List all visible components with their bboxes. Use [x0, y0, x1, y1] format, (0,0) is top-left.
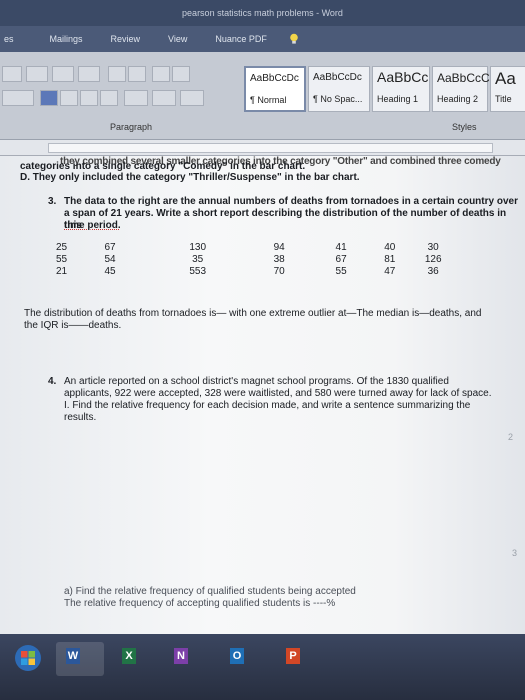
lightbulb-icon[interactable]	[289, 33, 299, 45]
style-normal[interactable]: AaBbCcDc ¶ Normal	[244, 66, 306, 112]
question-4-part-a: a) Find the relative frequency of qualif…	[64, 586, 356, 597]
style-heading-1-name: Heading 1	[377, 94, 419, 104]
table-cell: 70	[273, 266, 285, 277]
style-heading-1-sample: AaBbCc	[377, 69, 429, 85]
table-cell: 47	[384, 266, 396, 277]
outlook-app-icon: O	[230, 648, 244, 664]
tab-mailings[interactable]: Mailings	[36, 34, 97, 44]
question-3-answer-line-1[interactable]: The distribution of deaths from tornadoe…	[24, 308, 481, 320]
paragraph-group-label: Paragraph	[110, 122, 153, 132]
answer-option-d: D. They only included the category "Thri…	[20, 172, 360, 183]
align-right-button[interactable]	[80, 90, 98, 106]
styles-group-label: Styles	[452, 122, 477, 132]
ribbon-tabs: es Mailings Review View Nuance PDF	[0, 26, 525, 52]
taskbar: W X N O P	[0, 634, 525, 700]
table-cell: 94	[273, 242, 285, 253]
style-heading-2[interactable]: AaBbCcC Heading 2	[432, 66, 490, 112]
style-heading-1[interactable]: AaBbCc Heading 1	[372, 66, 430, 112]
table-cell: 36	[427, 266, 439, 277]
borders-button[interactable]	[180, 90, 204, 106]
table-cell: 41	[335, 242, 347, 253]
tab-view[interactable]: View	[154, 34, 201, 44]
text-color-button[interactable]	[2, 90, 34, 106]
window-title-bar: pearson statistics math problems - Word	[0, 0, 525, 26]
taskbar-onenote-button[interactable]: N	[164, 642, 208, 676]
style-title-sample: Aa	[495, 69, 516, 88]
align-center-button[interactable]	[60, 90, 78, 106]
table-cell: 38	[273, 254, 285, 265]
table-cell: 21	[56, 266, 68, 277]
page-number: 3	[512, 548, 518, 558]
question-3-text-2: a span of 21 years. Write a short report…	[64, 208, 507, 231]
question-3-answer-line-2[interactable]: the IQR is——deaths.	[24, 320, 121, 332]
table-cell: 67	[104, 242, 116, 253]
question-4-text-4: results.	[64, 412, 97, 423]
tornado-data-table: 25 67 130 94 41 40 30 55 54 35 38 67 81 …	[56, 242, 450, 278]
decrease-indent-button[interactable]	[108, 66, 126, 82]
table-row: 55 54 35 38 67 81 126	[56, 254, 450, 266]
sort-button[interactable]	[152, 66, 170, 82]
bullets-button[interactable]	[26, 66, 48, 82]
table-cell: 30	[427, 242, 439, 253]
question-4-part-a-answer[interactable]: The relative frequency of accepting qual…	[64, 598, 335, 610]
style-no-spacing-sample: AaBbCcDc	[313, 72, 362, 83]
taskbar-powerpoint-button[interactable]: P	[276, 642, 320, 676]
table-cell: 35	[192, 254, 204, 265]
table-cell: 67	[335, 254, 347, 265]
table-cell: 55	[56, 254, 68, 265]
question-3-text-1: The data to the right are the annual num…	[64, 196, 518, 207]
style-heading-2-sample: AaBbCcC	[437, 71, 490, 85]
line-spacing-button[interactable]	[124, 90, 148, 106]
tab-nuance-pdf[interactable]: Nuance PDF	[201, 34, 281, 44]
multilevel-list-button[interactable]	[78, 66, 100, 82]
question-4-number: 4.	[48, 376, 57, 387]
style-title[interactable]: Aa Title	[490, 66, 525, 112]
ruler-track	[48, 143, 493, 153]
table-cell: 126	[424, 254, 442, 265]
table-cell: 130	[189, 242, 207, 253]
align-left-button[interactable]	[40, 90, 58, 106]
table-cell: 55	[335, 266, 347, 277]
excel-app-icon: X	[122, 648, 136, 664]
style-title-name: Title	[495, 94, 512, 104]
question-4-text-3: I. Find the relative frequency for each …	[64, 400, 471, 411]
shading-button[interactable]	[152, 90, 176, 106]
powerpoint-app-icon: P	[286, 648, 300, 664]
style-no-spacing-name: ¶ No Spac...	[313, 94, 363, 104]
ribbon: AaBbCcDc ¶ Normal AaBbCcDc ¶ No Spac... …	[0, 52, 525, 140]
question-3-text-3: time period.	[64, 220, 121, 231]
style-heading-2-name: Heading 2	[437, 94, 479, 104]
table-cell: 553	[189, 266, 207, 277]
table-cell: 45	[104, 266, 116, 277]
table-cell: 40	[384, 242, 396, 253]
window-title: pearson statistics math problems - Word	[182, 8, 343, 18]
table-cell: 81	[384, 254, 396, 265]
question-3-number: 3.	[48, 196, 57, 207]
style-normal-name: ¶ Normal	[250, 95, 287, 105]
numbering-button[interactable]	[52, 66, 74, 82]
onenote-app-icon: N	[174, 648, 188, 664]
table-row: 21 45 553 70 55 47 36	[56, 266, 450, 278]
style-normal-sample: AaBbCcDc	[250, 73, 299, 84]
font-color-button[interactable]	[2, 66, 22, 82]
question-4-text-2: applicants, 922 were accepted, 328 were …	[64, 388, 492, 399]
tab-review[interactable]: Review	[97, 34, 155, 44]
table-cell: 25	[56, 242, 68, 253]
taskbar-excel-button[interactable]: X	[112, 642, 156, 676]
question-4-text-1: An article reported on a school district…	[64, 376, 449, 387]
horizontal-ruler[interactable]	[0, 140, 525, 156]
tab-fragment[interactable]: es	[0, 34, 36, 44]
style-no-spacing[interactable]: AaBbCcDc ¶ No Spac...	[308, 66, 370, 112]
document-page[interactable]: they combined several smaller categories…	[0, 156, 525, 634]
table-row: 25 67 130 94 41 40 30	[56, 242, 450, 254]
word-app-icon: W	[66, 648, 80, 664]
page-number: 2	[508, 432, 514, 442]
taskbar-word-button[interactable]: W	[56, 642, 104, 676]
taskbar-outlook-button[interactable]: O	[220, 642, 264, 676]
increase-indent-button[interactable]	[128, 66, 146, 82]
justify-button[interactable]	[100, 90, 118, 106]
table-cell: 54	[104, 254, 116, 265]
start-button-icon[interactable]	[14, 644, 42, 672]
show-formatting-button[interactable]	[172, 66, 190, 82]
